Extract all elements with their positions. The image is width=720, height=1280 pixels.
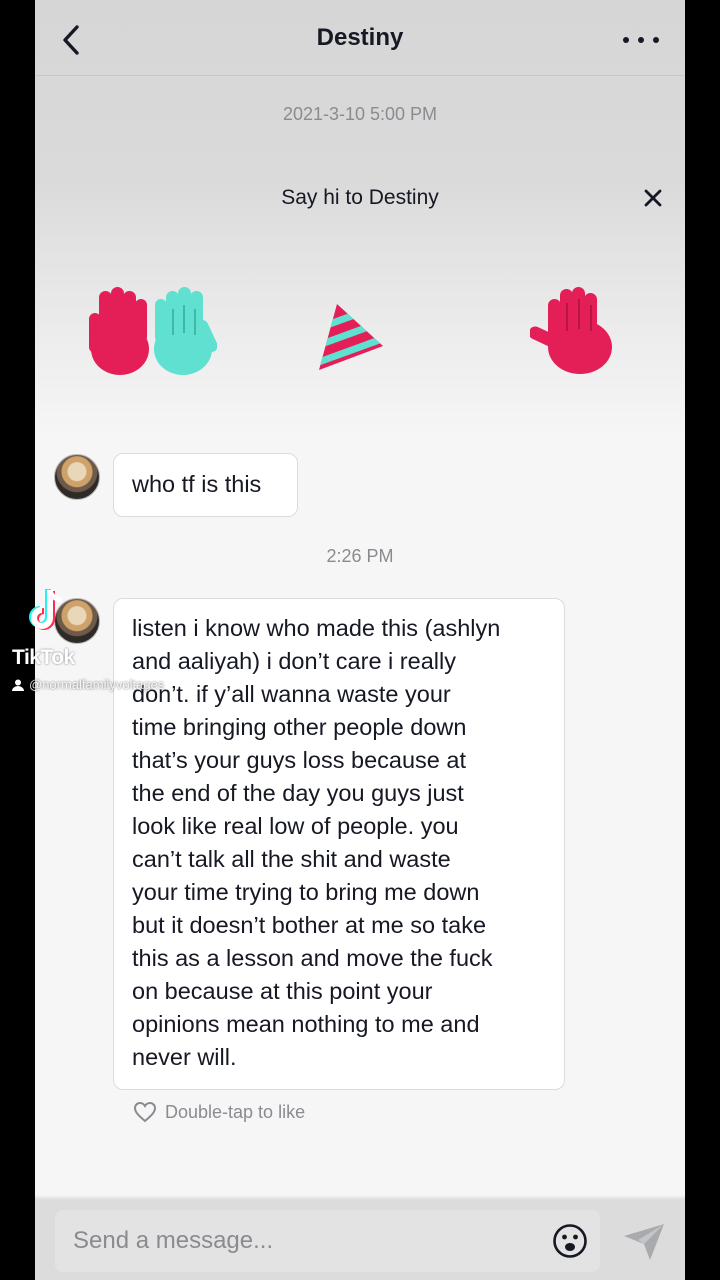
message-line: but it doesn’t bother at me so take: [132, 912, 487, 938]
sender-avatar[interactable]: [54, 454, 100, 500]
close-icon[interactable]: [641, 186, 665, 210]
message-line: the end of the day you guys just: [132, 780, 464, 806]
user-icon: [12, 679, 24, 691]
message-line: time bringing other people down: [132, 714, 467, 740]
chat-header: Destiny: [35, 0, 685, 76]
emoji-icon[interactable]: [552, 1223, 588, 1259]
like-hint-text: Double-tap to like: [165, 1101, 306, 1122]
message-input[interactable]: [73, 1210, 523, 1272]
message-line: your time trying to bring me down: [132, 879, 480, 905]
watermark-username: @normalfamilyvoltages: [12, 677, 164, 692]
message-line: never will.: [132, 1044, 237, 1070]
watermark-username-text: @normalfamilyvoltages: [29, 677, 165, 692]
red-hand-icon: [89, 287, 149, 375]
message-line: on because at this point your: [132, 978, 433, 1004]
message-line: look like real low of people. you: [132, 813, 459, 839]
message-line: this as a lesson and move the fuck: [132, 945, 493, 971]
message-line: don’t. if y’all wanna waste your: [132, 681, 451, 707]
tiktok-wordmark: TikTok: [12, 646, 75, 669]
high-five-hands-sticker[interactable]: [85, 285, 217, 377]
message-bubble[interactable]: who tf is this: [113, 453, 298, 517]
message-line: listen i know who made this (ashlyn: [132, 615, 501, 641]
more-dots-icon: [623, 37, 629, 43]
double-tap-like-hint[interactable]: Double-tap to like: [133, 1101, 305, 1123]
tiktok-logo-icon: [29, 589, 63, 630]
more-options-button[interactable]: [623, 30, 659, 50]
message-line: and aaliyah) i don’t care i really: [132, 648, 456, 674]
chat-screen: Destiny 2021-3-10 5:00 PM Say hi to Dest…: [35, 0, 685, 1280]
waving-hand-sticker[interactable]: [530, 285, 620, 377]
message-bubble[interactable]: listen i know who made this (ashlyn and …: [113, 598, 565, 1090]
send-icon[interactable]: [622, 1222, 666, 1262]
chat-title: Destiny: [316, 24, 404, 51]
message-line: that’s your guys loss because at: [132, 747, 466, 773]
say-hi-banner: Say hi to Destiny: [281, 186, 439, 209]
teal-hand-icon: [154, 287, 217, 375]
message-timestamp: 2:26 PM: [326, 546, 394, 566]
message-composer: [55, 1210, 600, 1272]
heart-icon: [133, 1101, 157, 1123]
conversation-start-timestamp: 2021-3-10 5:00 PM: [282, 104, 438, 124]
party-hat-sticker[interactable]: [315, 300, 387, 374]
message-line: opinions mean nothing to me and: [132, 1011, 480, 1037]
message-text: who tf is this: [132, 471, 262, 497]
message-line: can’t talk all the shit and waste: [132, 846, 451, 872]
